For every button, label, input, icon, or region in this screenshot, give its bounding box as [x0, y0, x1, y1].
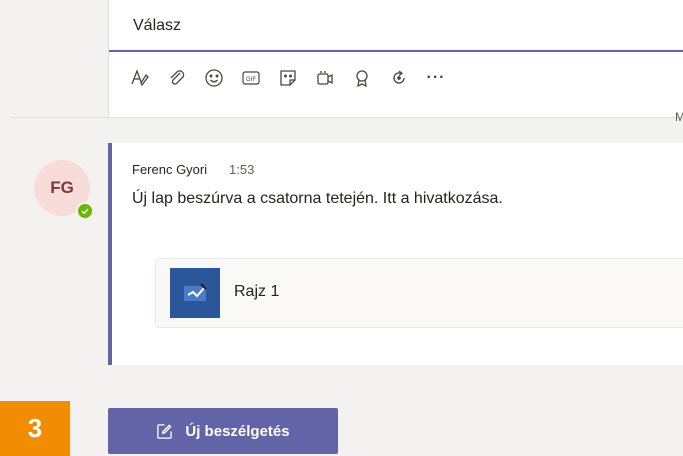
loop-icon[interactable]	[388, 67, 410, 89]
avatar-initials: FG	[50, 178, 74, 197]
message-time: 1:53	[229, 162, 255, 177]
compose-toolbar: GIF ···	[129, 62, 462, 94]
divider-label: M	[675, 110, 683, 124]
attachment-name: Rajz 1	[234, 283, 280, 300]
reply-card: Válasz GIF ···	[108, 0, 683, 117]
svg-text:GIF: GIF	[246, 77, 256, 83]
emoji-icon[interactable]	[203, 67, 225, 89]
message-author[interactable]: Ferenc Gyori	[132, 162, 207, 177]
step-number: 3	[27, 413, 43, 443]
compose-icon	[157, 423, 173, 439]
whiteboard-icon	[170, 268, 220, 318]
message-text: Új lap beszúrva a csatorna tetején. Itt …	[132, 190, 503, 207]
attach-icon[interactable]	[166, 67, 188, 89]
presence-available-icon	[76, 202, 94, 220]
new-conversation-label: Új beszélgetés	[185, 422, 290, 440]
praise-icon[interactable]	[351, 67, 373, 89]
sticker-icon[interactable]	[277, 67, 299, 89]
message-card: Ferenc Gyori 1:53 Új lap beszúrva a csat…	[108, 143, 683, 365]
reply-placeholder: Válasz	[133, 17, 182, 34]
more-icon[interactable]: ···	[425, 67, 447, 89]
step-badge: 3	[0, 401, 70, 456]
new-conversation-button[interactable]: Új beszélgetés	[108, 408, 338, 454]
gif-icon[interactable]: GIF	[240, 67, 262, 89]
reply-input[interactable]: Válasz	[109, 0, 683, 52]
date-divider	[10, 117, 683, 118]
attachment-card[interactable]: Rajz 1	[155, 258, 683, 328]
format-icon[interactable]	[129, 67, 151, 89]
meet-icon[interactable]	[314, 67, 336, 89]
